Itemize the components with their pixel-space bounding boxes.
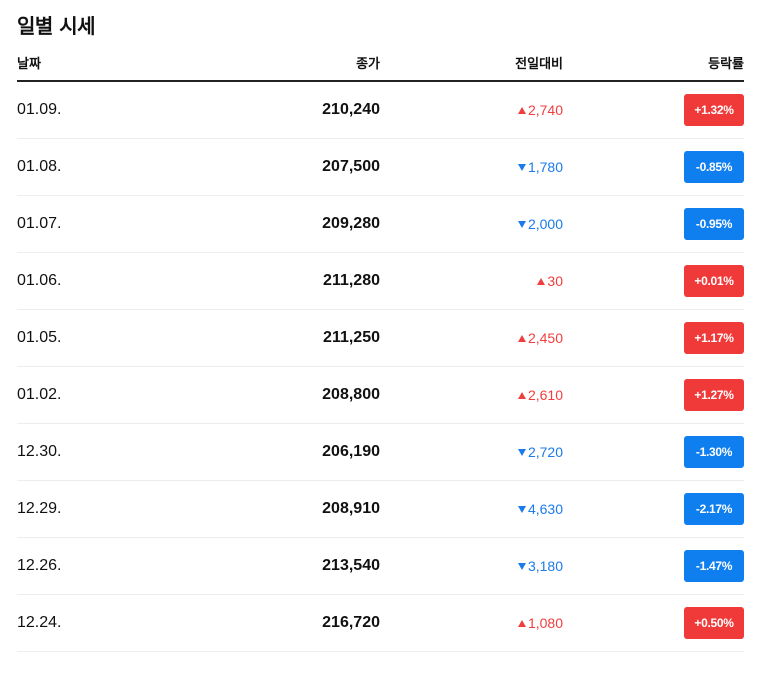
row-rate-cell: +1.27% xyxy=(563,379,744,411)
row-change-value: 3,180 xyxy=(527,558,563,574)
row-rate-cell: -1.47% xyxy=(563,550,744,582)
row-close-price: 216,720 xyxy=(322,614,380,631)
row-change: 4,630 xyxy=(380,501,563,517)
rate-badge: -0.95% xyxy=(684,208,744,240)
rate-badge: -2.17% xyxy=(684,493,744,525)
row-date: 12.26. xyxy=(17,557,62,574)
rate-badge: +1.32% xyxy=(684,94,744,126)
table-row: 12.29. 208,910 4,630 -2.17% xyxy=(17,481,744,538)
triangle-down-icon xyxy=(517,563,526,570)
row-date: 01.07. xyxy=(17,215,62,232)
row-date: 01.08. xyxy=(17,158,62,175)
row-close-price: 211,280 xyxy=(323,272,380,289)
row-change: 2,720 xyxy=(380,444,563,460)
table-row: 01.07. 209,280 2,000 -0.95% xyxy=(17,196,744,253)
triangle-down-icon xyxy=(517,221,526,228)
row-close-price: 208,800 xyxy=(322,386,380,403)
row-date: 01.06. xyxy=(17,272,62,289)
row-change: 1,780 xyxy=(380,159,563,175)
row-rate-cell: -0.95% xyxy=(563,208,744,240)
row-rate-cell: -0.85% xyxy=(563,151,744,183)
triangle-up-icon xyxy=(517,107,526,114)
row-close-price: 206,190 xyxy=(322,443,380,460)
rate-badge: -1.47% xyxy=(684,550,744,582)
row-rate-cell: +1.32% xyxy=(563,94,744,126)
row-close-price: 213,540 xyxy=(322,557,380,574)
row-change-value: 2,000 xyxy=(527,216,563,232)
row-change-value: 2,740 xyxy=(527,102,563,118)
triangle-down-icon xyxy=(517,164,526,171)
header-date: 날짜 xyxy=(17,56,41,72)
table-row: 01.06. 211,280 30 +0.01% xyxy=(17,253,744,310)
row-rate-cell: +1.17% xyxy=(563,322,744,354)
triangle-up-icon xyxy=(517,620,526,627)
table-row: 01.05. 211,250 2,450 +1.17% xyxy=(17,310,744,367)
table-row: 12.30. 206,190 2,720 -1.30% xyxy=(17,424,744,481)
row-close-price: 209,280 xyxy=(322,215,380,232)
row-change-value: 4,630 xyxy=(527,501,563,517)
row-change: 3,180 xyxy=(380,558,563,574)
row-close-price: 210,240 xyxy=(322,101,380,118)
table-row: 01.09. 210,240 2,740 +1.32% xyxy=(17,82,744,139)
row-change-value: 1,780 xyxy=(527,159,563,175)
row-change-value: 1,080 xyxy=(527,615,563,631)
row-date: 12.24. xyxy=(17,614,62,631)
rate-badge: -1.30% xyxy=(684,436,744,468)
triangle-up-icon xyxy=(517,335,526,342)
daily-price-panel: 일별 시세 날짜 종가 전일대비 등락률 01.09. 210,240 2,740 +… xyxy=(17,0,744,652)
triangle-down-icon xyxy=(517,506,526,513)
row-change-value: 2,610 xyxy=(527,387,563,403)
table-row: 12.26. 213,540 3,180 -1.47% xyxy=(17,538,744,595)
row-change: 30 xyxy=(380,273,563,289)
table-header: 날짜 종가 전일대비 등락률 xyxy=(17,44,744,82)
section-title: 일별 시세 xyxy=(17,14,96,38)
row-change-value: 2,450 xyxy=(527,330,563,346)
row-rate-cell: +0.01% xyxy=(563,265,744,297)
row-date: 01.09. xyxy=(17,101,62,118)
rate-badge: +0.50% xyxy=(684,607,744,639)
row-change: 2,740 xyxy=(380,102,563,118)
row-close-price: 208,910 xyxy=(322,500,380,517)
triangle-down-icon xyxy=(517,449,526,456)
row-change: 1,080 xyxy=(380,615,563,631)
row-date: 01.02. xyxy=(17,386,62,403)
triangle-up-icon xyxy=(517,392,526,399)
row-close-price: 207,500 xyxy=(322,158,380,175)
row-change: 2,450 xyxy=(380,330,563,346)
row-date: 01.05. xyxy=(17,329,62,346)
row-change-value: 2,720 xyxy=(527,444,563,460)
rate-badge: +0.01% xyxy=(684,265,744,297)
row-change-value: 30 xyxy=(547,273,563,289)
row-rate-cell: +0.50% xyxy=(563,607,744,639)
header-close: 종가 xyxy=(356,56,380,72)
row-date: 12.29. xyxy=(17,500,62,517)
rate-badge: +1.17% xyxy=(684,322,744,354)
triangle-up-icon xyxy=(537,278,546,285)
rate-badge: -0.85% xyxy=(684,151,744,183)
table-row: 01.02. 208,800 2,610 +1.27% xyxy=(17,367,744,424)
row-close-price: 211,250 xyxy=(323,329,380,346)
header-rate: 등락률 xyxy=(708,56,744,72)
row-change: 2,000 xyxy=(380,216,563,232)
table-body: 01.09. 210,240 2,740 +1.32% 01.08. 207,500 1,7… xyxy=(17,82,744,652)
table-row: 12.24. 216,720 1,080 +0.50% xyxy=(17,595,744,652)
table-row: 01.08. 207,500 1,780 -0.85% xyxy=(17,139,744,196)
row-rate-cell: -2.17% xyxy=(563,493,744,525)
rate-badge: +1.27% xyxy=(684,379,744,411)
row-rate-cell: -1.30% xyxy=(563,436,744,468)
row-change: 2,610 xyxy=(380,387,563,403)
header-change: 전일대비 xyxy=(515,56,563,72)
row-date: 12.30. xyxy=(17,443,62,460)
